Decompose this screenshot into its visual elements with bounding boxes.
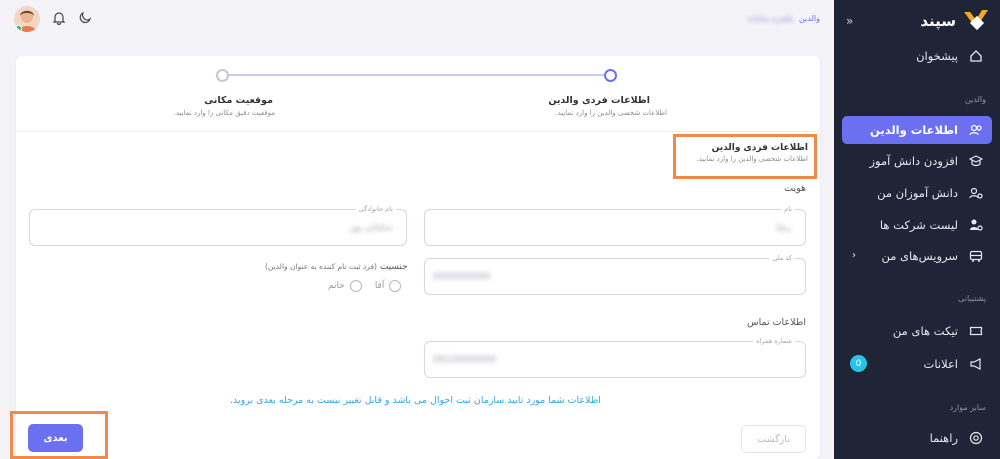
national-code-value: 0000000000	[433, 272, 491, 282]
step-1-indicator[interactable]	[604, 69, 617, 82]
sidebar-item-my-students[interactable]: دانش آموزان من	[842, 179, 992, 207]
avatar[interactable]	[14, 6, 40, 32]
company-list-icon	[968, 217, 984, 233]
moon-icon[interactable]	[78, 10, 92, 29]
sidebar-item-label: اطلاعات والدین	[870, 123, 958, 137]
step-1-subtitle: اطلاعات شخصی والدین را وارد نمایید.	[555, 109, 667, 117]
home-icon	[968, 48, 984, 64]
logo-text: سپند	[920, 12, 956, 30]
step-1-title: اطلاعات فردی والدین	[548, 95, 650, 106]
breadcrumb-previous[interactable]: پلتفرم سامانه	[747, 14, 793, 23]
bell-icon[interactable]	[52, 10, 66, 29]
national-code-label: کد ملی	[769, 254, 795, 262]
section-header: اطلاعات فردی والدین اطلاعات شخصی والدین …	[673, 134, 817, 179]
gender-hint: (فرد ثبت نام کننده به عنوان والدین)	[265, 262, 377, 271]
sidebar-item-label: لیست شرکت ها	[879, 218, 958, 232]
phone-field[interactable]: شماره همراه 09120000000	[424, 337, 806, 378]
sidebar-item-label: دانش آموزان من	[877, 186, 958, 200]
collapse-sidebar-icon[interactable]: «	[846, 14, 853, 28]
sidebar-item-label: پیشخوان	[916, 49, 958, 63]
last-name-label: نام خانوادگی	[355, 205, 396, 213]
breadcrumb-current[interactable]: والدین	[799, 14, 820, 23]
gender-female-label[interactable]: خانم	[328, 281, 345, 291]
online-status-dot	[15, 25, 22, 32]
section-title: اطلاعات فردی والدین	[711, 143, 808, 153]
back-button[interactable]: بازگشت	[741, 425, 806, 453]
phone-value: 09120000000	[433, 355, 496, 365]
first-name-value: رضا	[776, 223, 791, 233]
bus-icon	[968, 248, 984, 264]
sidebar-section-parents: والدین	[964, 95, 986, 104]
sidebar-item-company-list[interactable]: لیست شرکت ها	[842, 211, 992, 239]
section-subtitle: اطلاعات شخصی والدین را وارد نمایید.	[696, 155, 808, 163]
users-icon	[968, 122, 984, 138]
sidebar-item-parent-info[interactable]: اطلاعات والدین	[842, 116, 992, 144]
contact-heading: اطلاعات تماس	[746, 317, 806, 328]
first-name-field[interactable]: نام رضا	[424, 205, 806, 246]
sidebar-item-my-services[interactable]: سرویس‌های من ‹	[842, 242, 992, 270]
megaphone-icon	[968, 356, 984, 372]
sidebar-item-help[interactable]: راهنما	[842, 424, 992, 452]
notification-badge: 0	[850, 355, 867, 372]
graduation-cap-icon	[968, 153, 984, 169]
sidebar-item-label: سرویس‌های من	[881, 249, 958, 263]
last-name-value: سامانی پور	[349, 223, 392, 233]
info-note: اطلاعات شما مورد تایید سازمان ثبت احوال …	[230, 395, 601, 406]
stepper-line	[222, 74, 604, 76]
first-name-label: نام	[781, 205, 795, 213]
gender-title: جنسیت	[379, 262, 408, 272]
students-icon	[968, 185, 984, 201]
phone-label: شماره همراه	[753, 337, 795, 345]
sidebar-item-my-tickets[interactable]: تیکت های من	[842, 317, 992, 345]
step-2-indicator[interactable]	[216, 69, 229, 82]
sidebar-header: سپند «	[834, 4, 1000, 40]
gender-label: جنسیت (فرد ثبت نام کننده به عنوان والدین…	[265, 262, 408, 272]
divider	[16, 131, 820, 132]
sidebar-section-other: سایر موارد	[949, 403, 986, 412]
gender-male-radio[interactable]	[389, 280, 402, 292]
chevron-left-icon: ‹	[852, 250, 856, 261]
sidebar-item-add-student[interactable]: افزودن دانش آموز	[842, 147, 992, 175]
sidebar-item-label: اعلانات	[923, 357, 958, 371]
topbar-icons	[14, 6, 92, 32]
step-2-title: موقعیت مکانی	[204, 95, 273, 106]
sidebar-item-label: راهنما	[929, 431, 958, 445]
gender-radio-group: آقا خانم	[328, 280, 402, 292]
gender-male-label[interactable]: آقا	[375, 281, 385, 291]
sidebar-section-support: پشتیبانی	[958, 294, 986, 303]
last-name-field[interactable]: نام خانوادگی سامانی پور	[29, 205, 407, 246]
sidebar-item-notifications[interactable]: اعلانات 0	[842, 350, 992, 378]
sidebar: سپند « پیشخوان والدین اطلاعات والدین افز…	[834, 0, 1000, 459]
ticket-icon	[968, 323, 984, 339]
step-2-subtitle: موقعیت دقیق مکانی را وارد نمایید.	[173, 109, 275, 117]
identity-heading: هویت	[784, 183, 806, 194]
breadcrumb: والدین پلتفرم سامانه	[747, 14, 820, 23]
sidebar-item-dashboard[interactable]: پیشخوان	[842, 42, 992, 70]
national-code-field[interactable]: کد ملی 0000000000	[424, 254, 806, 295]
sidebar-item-label: تیکت های من	[892, 324, 958, 338]
logo-icon	[964, 10, 988, 31]
lifebuoy-icon	[968, 430, 984, 446]
sidebar-item-label: افزودن دانش آموز	[869, 154, 959, 168]
next-button[interactable]: بعدی	[28, 424, 83, 452]
gender-female-radio[interactable]	[349, 280, 362, 292]
